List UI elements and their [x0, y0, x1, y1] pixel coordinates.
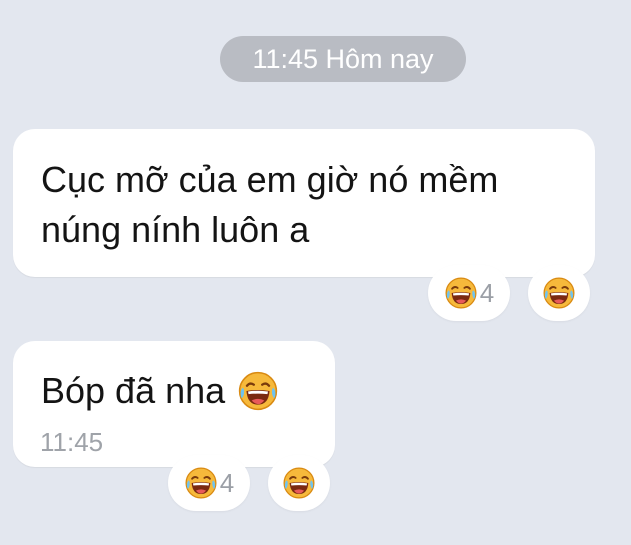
laughing-tears-icon	[237, 370, 279, 412]
message-text: Bóp đã nha	[41, 369, 279, 413]
reaction-count: 4	[219, 467, 235, 498]
message-time: 11:45	[40, 427, 104, 457]
message-line: Cục mỡ của em giờ nó mềm	[41, 159, 499, 200]
laughing-tears-icon	[282, 466, 316, 500]
add-reaction-button[interactable]	[528, 265, 590, 321]
laughing-tears-icon	[542, 276, 576, 310]
message-bubble[interactable]: Bóp đã nha 11:45	[13, 341, 335, 467]
message-line: Bóp đã nha	[41, 370, 226, 411]
add-reaction-button[interactable]	[268, 455, 330, 511]
message-bubble[interactable]: Cục mỡ của em giờ nó mềm núng nính luôn …	[13, 129, 595, 277]
message-line: núng nính luôn a	[41, 209, 310, 250]
laughing-tears-icon	[184, 466, 218, 500]
reaction-summary-chip[interactable]: 4	[428, 265, 510, 321]
timestamp-pill-text: 11:45 Hôm nay	[252, 43, 434, 74]
reaction-summary-chip[interactable]: 4	[168, 455, 250, 511]
message-text: Cục mỡ của em giờ nó mềm núng nính luôn …	[41, 155, 498, 255]
reaction-count: 4	[479, 277, 495, 308]
laughing-tears-icon	[444, 276, 478, 310]
timestamp-pill: 11:45 Hôm nay	[220, 36, 466, 82]
